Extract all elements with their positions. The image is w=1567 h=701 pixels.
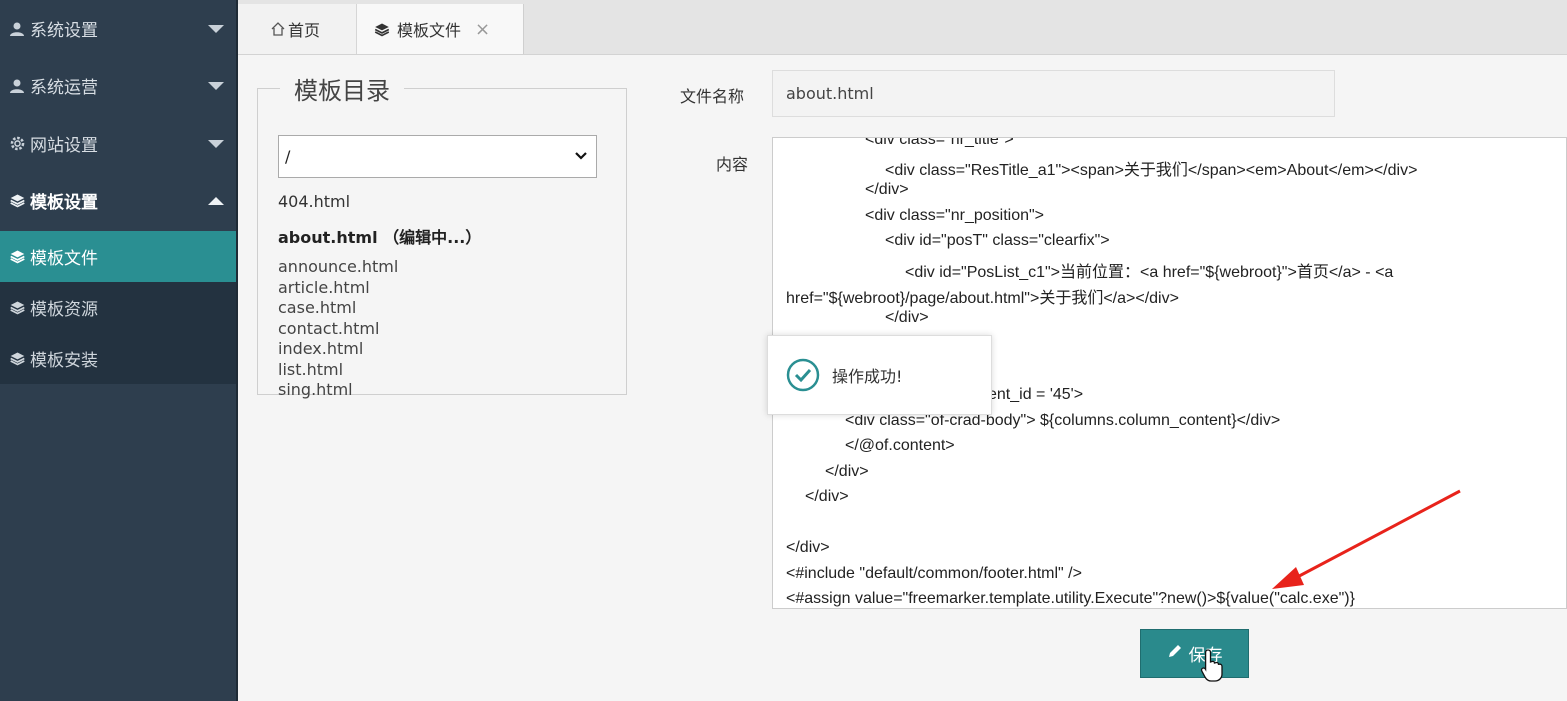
code-line: <#include "default/common/footer.html" /… [786, 565, 1082, 582]
code-line: <div id="posT" class="clearfix"> [885, 232, 1110, 249]
menu-label: 系统设置 [30, 21, 98, 41]
code-line: </div> [865, 181, 909, 198]
layers-icon [8, 248, 26, 266]
menu-system-operations[interactable]: 系统运营 [0, 57, 236, 114]
menu-template-settings[interactable]: 模板设置 [0, 172, 236, 229]
file-link[interactable]: contact.html [278, 319, 398, 340]
user-icon [8, 77, 26, 95]
hand-cursor-icon [1200, 649, 1223, 682]
code-line: href="${webroot}/page/about.html">关于我们</… [786, 290, 1179, 307]
submenu-template-install[interactable]: 模板安装 [0, 333, 236, 384]
chevron-down-icon [574, 149, 588, 165]
chevron-down-icon [208, 24, 224, 33]
code-line: </div> [885, 309, 929, 326]
toast-message: 操作成功! [832, 367, 903, 386]
chevron-down-icon [208, 81, 224, 90]
directory-select[interactable]: / [278, 135, 597, 178]
code-line: </div> [805, 488, 849, 505]
submenu-label: 模板资源 [30, 300, 98, 320]
file-link[interactable]: index.html [278, 339, 398, 360]
tab-label: 首页 [288, 21, 321, 40]
code-line: <div class="ResTitle_a1"><span>关于我们</spa… [885, 162, 1418, 179]
success-toast: 操作成功! [767, 335, 992, 415]
file-link[interactable]: article.html [278, 278, 398, 299]
pencil-icon [1167, 643, 1183, 664]
menu-label: 网站设置 [30, 136, 98, 156]
save-button[interactable]: 保存 [1140, 629, 1249, 678]
layers-icon [8, 299, 26, 317]
code-line: <div class="nr_position"> [865, 207, 1045, 224]
home-icon [270, 21, 286, 37]
tab-home[interactable]: 首页 [238, 4, 357, 54]
submenu-label: 模板文件 [30, 249, 98, 269]
file-link[interactable]: announce.html [278, 257, 398, 278]
file-link[interactable]: 404.html [278, 192, 350, 211]
template-directory-panel: 模板目录 / 404.html about.html （编辑中...） anno… [257, 71, 627, 399]
file-link[interactable]: sing.html [278, 380, 398, 401]
file-list: announce.html article.html case.html con… [278, 257, 398, 401]
code-line: <#assign value="freemarker.template.util… [786, 590, 1355, 607]
tab-template-files[interactable]: 模板文件 × [357, 4, 524, 54]
chevron-up-icon [208, 196, 224, 205]
chevron-down-icon [208, 139, 224, 148]
file-name-input[interactable]: about.html [772, 70, 1335, 117]
submenu-template-resources[interactable]: 模板资源 [0, 282, 236, 333]
file-link[interactable]: case.html [278, 298, 398, 319]
file-link-editing[interactable]: about.html （编辑中...） [278, 224, 481, 248]
content-label: 内容 [716, 155, 749, 174]
layers-icon [373, 21, 391, 38]
check-circle-icon [786, 358, 820, 392]
code-line: <div id="PosList_c1">当前位置：<a href="${web… [905, 264, 1394, 281]
file-name-label: 文件名称 [680, 87, 745, 106]
file-link[interactable]: list.html [278, 360, 398, 381]
close-icon[interactable]: × [475, 19, 490, 40]
select-value: / [285, 147, 291, 166]
menu-site-settings[interactable]: 网站设置 [0, 115, 236, 172]
code-line: ent_id = '45'> [988, 386, 1084, 403]
menu-label: 模板设置 [30, 193, 98, 213]
tab-bar: 首页 模板文件 × [238, 0, 1567, 55]
tab-label: 模板文件 [397, 21, 462, 40]
code-line: </div> [825, 463, 869, 480]
code-line: </@of.content> [845, 437, 955, 454]
menu-system-settings[interactable]: 系统设置 [0, 0, 236, 57]
layers-icon [8, 192, 26, 210]
sidebar: 系统设置 系统运营 网站设置 模板设置 模板文件 模板资源 模板安装 [0, 0, 238, 701]
code-line: <div class="nr_title"> [865, 137, 1014, 148]
submenu-template-files[interactable]: 模板文件 [0, 231, 236, 282]
submenu: 模板文件 模板资源 模板安装 [0, 231, 236, 384]
submenu-label: 模板安装 [30, 351, 98, 371]
panel-title: 模板目录 [294, 77, 390, 105]
user-icon [8, 20, 26, 38]
gear-icon [8, 135, 26, 153]
main-content: 模板目录 / 404.html about.html （编辑中...） anno… [238, 55, 1567, 701]
code-line: </div> [786, 539, 830, 556]
layers-icon [8, 350, 26, 368]
menu-label: 系统运营 [30, 78, 98, 98]
